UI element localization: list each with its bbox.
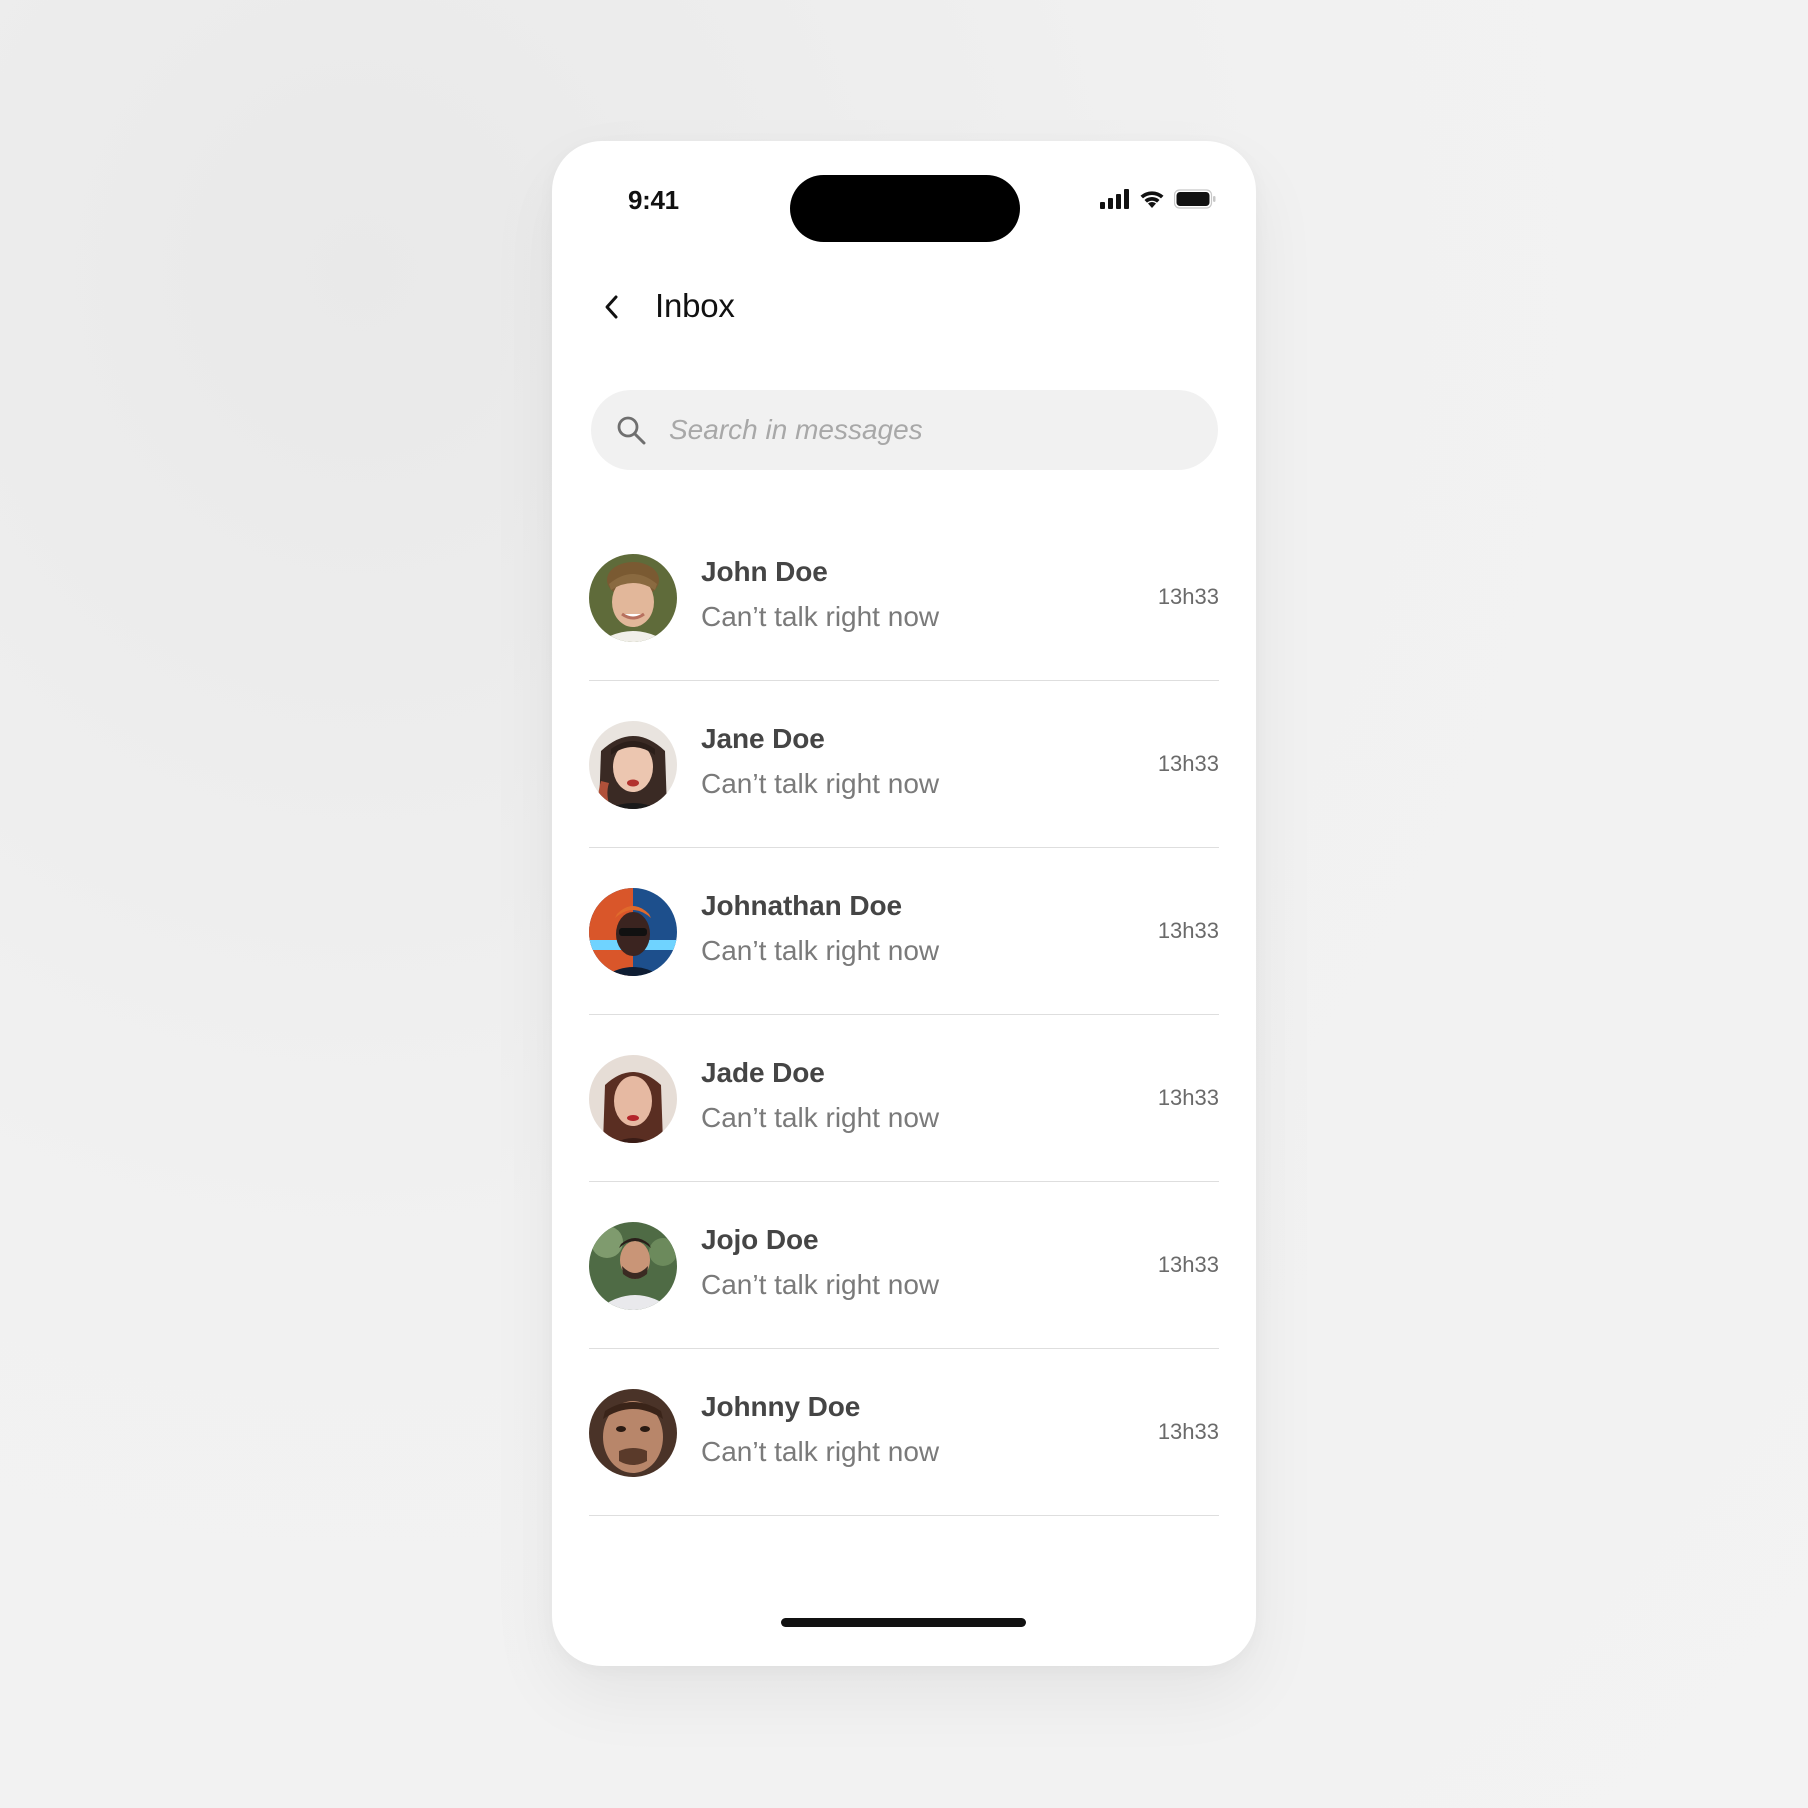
battery-icon (1173, 189, 1216, 214)
avatar (589, 888, 677, 976)
contact-name: Johnny Doe (701, 1391, 861, 1422)
conversation-item[interactable]: Johnny Doe Can’t talk right now 13h33 (589, 1349, 1219, 1516)
search-bar[interactable] (591, 390, 1218, 470)
conversation-item[interactable]: Jane Doe Can’t talk right now 13h33 (589, 681, 1219, 848)
message-time: 13h33 (1157, 584, 1219, 609)
page-title: Inbox (655, 287, 735, 324)
message-time: 13h33 (1157, 1419, 1219, 1444)
search-icon (615, 414, 649, 448)
contact-name: Johnathan Doe (701, 890, 902, 921)
contact-name: Jojo Doe (701, 1224, 819, 1255)
back-button[interactable] (592, 289, 632, 329)
message-preview: Can’t talk right now (701, 1269, 940, 1300)
wifi-icon (1138, 189, 1166, 214)
dynamic-island (790, 175, 1020, 242)
message-time: 13h33 (1157, 751, 1219, 776)
avatar (589, 1055, 677, 1143)
message-time: 13h33 (1157, 1085, 1219, 1110)
message-preview: Can’t talk right now (701, 1436, 940, 1467)
avatar (589, 1222, 677, 1310)
cellular-signal-icon (1100, 189, 1130, 214)
contact-name: Jane Doe (701, 723, 825, 754)
conversation-item[interactable]: John Doe Can’t talk right now 13h33 (589, 514, 1219, 681)
contact-name: John Doe (701, 556, 828, 587)
avatar (589, 721, 677, 809)
avatar (589, 1389, 677, 1477)
status-icons (1100, 189, 1216, 214)
search-input[interactable] (669, 390, 1189, 470)
conversation-item[interactable]: Jojo Doe Can’t talk right now 13h33 (589, 1182, 1219, 1349)
chevron-left-icon (602, 294, 622, 325)
avatar (589, 554, 677, 642)
conversation-list: John Doe Can’t talk right now 13h33 Jane… (589, 514, 1219, 1516)
contact-name: Jade Doe (701, 1057, 825, 1088)
message-preview: Can’t talk right now (701, 935, 940, 966)
conversation-item[interactable]: Jade Doe Can’t talk right now 13h33 (589, 1015, 1219, 1182)
message-time: 13h33 (1157, 918, 1219, 943)
message-preview: Can’t talk right now (701, 1102, 940, 1133)
message-preview: Can’t talk right now (701, 768, 940, 799)
message-preview: Can’t talk right now (701, 601, 940, 632)
status-time: 9:41 (628, 185, 679, 215)
conversation-item[interactable]: Johnathan Doe Can’t talk right now 13h33 (589, 848, 1219, 1015)
phone-frame: 9:41 Inbox Search in messages John Doe C… (552, 141, 1256, 1666)
message-time: 13h33 (1157, 1252, 1219, 1277)
home-indicator[interactable] (781, 1618, 1026, 1627)
